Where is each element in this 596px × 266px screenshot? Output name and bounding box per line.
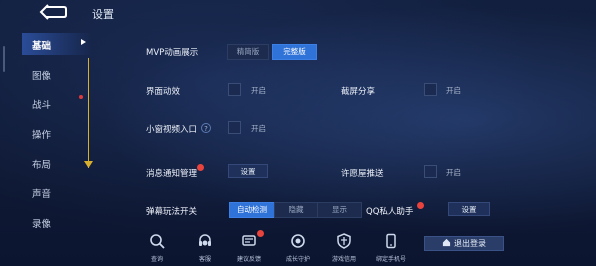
guardian-icon xyxy=(291,234,305,248)
toolbar-game-credit[interactable]: 游戏信用 xyxy=(326,233,362,263)
toolbar-label: 游戏信用 xyxy=(331,256,356,263)
mvp-option-lite[interactable]: 精简版 xyxy=(227,44,269,60)
toolbar-growth-guardian[interactable]: 成长守护 xyxy=(280,233,316,263)
mvp-label: MVP动画展示 xyxy=(146,48,199,58)
sidebar-item-replay[interactable]: 录像 xyxy=(32,216,80,230)
new-badge xyxy=(417,202,424,209)
toolbar-query[interactable]: 查询 xyxy=(139,233,175,263)
screenshot-share-checkbox[interactable] xyxy=(424,83,437,96)
ui-animation-label: 界面动效 xyxy=(146,87,181,97)
guide-line xyxy=(88,58,89,168)
qq-assistant-label: QQ私人助手 xyxy=(366,207,414,217)
barrage-option-hide[interactable]: 隐藏 xyxy=(274,202,318,218)
edge-tab xyxy=(3,46,5,72)
sidebar-item-combat[interactable]: 战斗 xyxy=(32,97,80,111)
home-icon xyxy=(442,238,451,247)
barrage-label: 弹幕玩法开关 xyxy=(146,207,198,217)
mini-video-checkbox[interactable] xyxy=(228,121,241,134)
question-icon[interactable]: ? xyxy=(201,123,211,133)
wish-push-checkbox[interactable] xyxy=(424,165,437,178)
barrage-option-auto[interactable]: 自动检测 xyxy=(229,202,275,218)
barrage-option-show[interactable]: 显示 xyxy=(317,202,362,218)
feedback-icon xyxy=(242,235,256,246)
ui-animation-toggle-label: 开启 xyxy=(251,86,266,95)
sidebar-item-basic[interactable]: 基础 xyxy=(32,38,80,52)
new-badge xyxy=(197,164,204,171)
toolbar-label: 客服 xyxy=(198,256,211,263)
toolbar-label: 成长守护 xyxy=(285,256,310,263)
chevron-right-icon xyxy=(81,39,86,45)
mini-video-toggle-label: 开启 xyxy=(251,124,266,133)
search-icon xyxy=(150,234,165,249)
toolbar-label: 查询 xyxy=(150,256,163,263)
notifications-settings-button[interactable]: 设置 xyxy=(228,164,268,178)
notifications-label: 消息通知管理 xyxy=(146,169,198,179)
wish-push-toggle-label: 开启 xyxy=(446,168,461,177)
sidebar-item-sound[interactable]: 声音 xyxy=(32,186,80,200)
screenshot-share-toggle-label: 开启 xyxy=(446,86,461,95)
sidebar-item-layout[interactable]: 布局 xyxy=(32,157,80,171)
qq-assistant-settings-button[interactable]: 设置 xyxy=(448,202,490,216)
sidebar-item-controls[interactable]: 操作 xyxy=(32,127,80,141)
customer-service-icon xyxy=(199,234,211,246)
toolbar-feedback[interactable]: 建议反馈 xyxy=(231,230,267,263)
mvp-option-full[interactable]: 完整版 xyxy=(272,44,317,60)
logout-button[interactable]: 退出登录 xyxy=(424,236,504,251)
shield-icon xyxy=(337,233,351,249)
phone-icon xyxy=(386,233,396,249)
wish-push-label: 许愿屋推送 xyxy=(341,169,384,179)
logout-label: 退出登录 xyxy=(454,239,486,248)
sidebar-item-image[interactable]: 图像 xyxy=(32,68,80,82)
arrow-down-icon xyxy=(84,161,93,168)
mini-video-label: 小窗视频入口 xyxy=(146,125,198,135)
screenshot-share-label: 截屏分享 xyxy=(341,87,376,97)
toolbar-label: 绑定手机号 xyxy=(375,256,406,263)
new-badge xyxy=(257,230,264,237)
back-arrow-icon[interactable] xyxy=(38,4,68,20)
page-title: 设置 xyxy=(92,8,114,21)
toolbar-bind-phone[interactable]: 绑定手机号 xyxy=(373,233,409,263)
ui-animation-checkbox[interactable] xyxy=(228,83,241,96)
toolbar-customer-service[interactable]: 客服 xyxy=(187,233,223,263)
toolbar-label: 建议反馈 xyxy=(236,256,261,263)
